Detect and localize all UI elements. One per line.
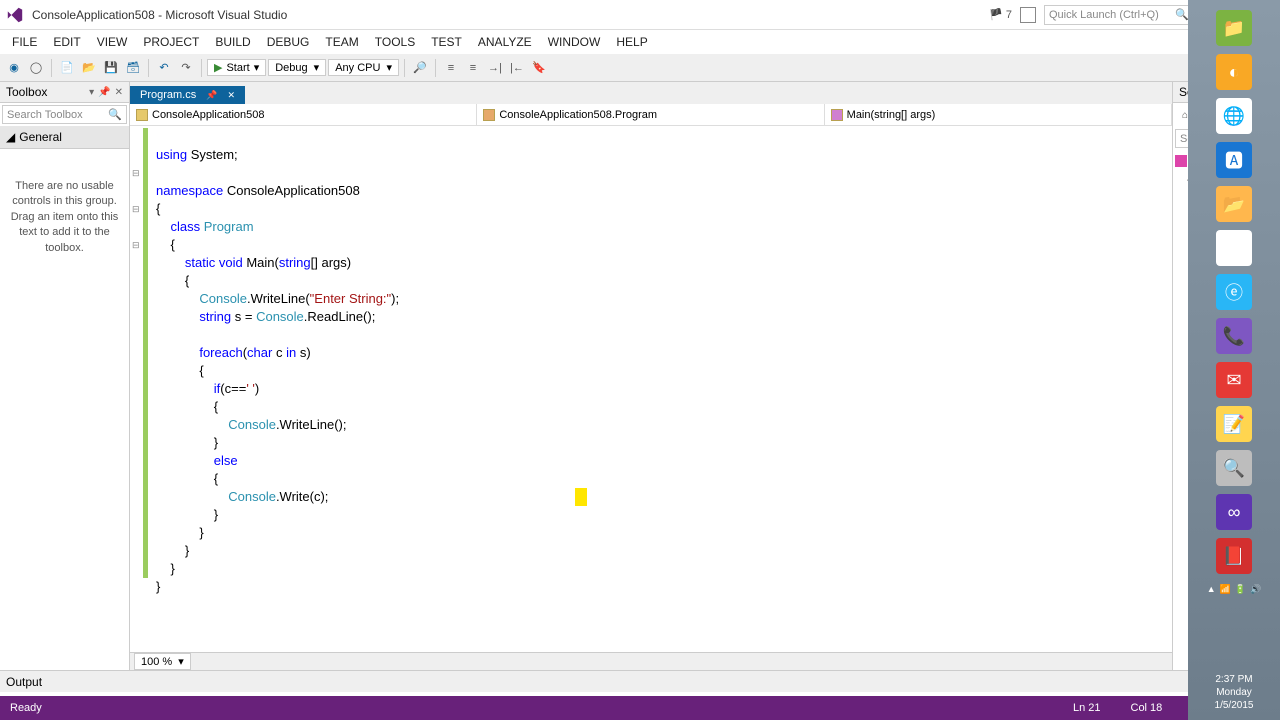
- redo-button[interactable]: ↷: [176, 58, 196, 78]
- play-icon: ▶: [214, 61, 222, 74]
- save-button[interactable]: 💾: [101, 58, 121, 78]
- menu-tools[interactable]: TOOLS: [367, 32, 423, 52]
- pin-icon[interactable]: 📌: [206, 90, 217, 101]
- open-button[interactable]: 📂: [79, 58, 99, 78]
- window-title: ConsoleApplication508 - Microsoft Visual…: [32, 8, 989, 22]
- uncomment-button[interactable]: ≡: [463, 58, 483, 78]
- taskbar-pdf-icon[interactable]: 📕: [1216, 538, 1252, 574]
- menu-file[interactable]: FILE: [4, 32, 45, 52]
- menu-project[interactable]: PROJECT: [135, 32, 207, 52]
- output-header[interactable]: Output ▾📌✕: [0, 670, 1280, 692]
- nav-project-combo[interactable]: ConsoleApplication508: [130, 104, 477, 125]
- taskbar-viber-icon[interactable]: 📞: [1216, 318, 1252, 354]
- menu-debug[interactable]: DEBUG: [259, 32, 318, 52]
- search-icon: 🔍: [108, 108, 122, 121]
- zoom-combo[interactable]: 100 %▾: [134, 653, 191, 670]
- pin-icon[interactable]: 📌: [98, 87, 110, 98]
- menubar: FILE EDIT VIEW PROJECT BUILD DEBUG TEAM …: [0, 30, 1280, 54]
- code-editor[interactable]: ⊟ ⊟ ⊟ using System; namespace ConsoleApp…: [130, 126, 1172, 652]
- start-button[interactable]: ▶Start▾: [207, 59, 266, 76]
- notification-flag[interactable]: 🏴 7: [989, 8, 1012, 21]
- menu-help[interactable]: HELP: [608, 32, 655, 52]
- taskbar-explorer-icon[interactable]: 📂: [1216, 186, 1252, 222]
- menu-view[interactable]: VIEW: [89, 32, 136, 52]
- dropdown-icon[interactable]: ▾: [89, 87, 94, 98]
- quick-launch-input[interactable]: Quick Launch (Ctrl+Q)🔍: [1044, 5, 1194, 25]
- toolbar: ◉ ◯ 📄 📂 💾 🗃 ↶ ↷ ▶Start▾ Debug▾ Any CPU▾ …: [0, 54, 1280, 82]
- system-tray[interactable]: ▲📶🔋🔊: [1205, 582, 1264, 597]
- new-project-button[interactable]: 📄: [57, 58, 77, 78]
- nav-strip: ConsoleApplication508 ConsoleApplication…: [130, 104, 1172, 126]
- taskbar-app-icon[interactable]: 📁: [1216, 10, 1252, 46]
- toolbox-search[interactable]: Search Toolbox🔍: [2, 105, 127, 124]
- chevron-down-icon: ▾: [254, 61, 260, 74]
- comment-button[interactable]: ≡: [441, 58, 461, 78]
- taskbar-app-icon[interactable]: 🔍: [1216, 450, 1252, 486]
- taskbar-app-icon[interactable]: 🅰: [1216, 142, 1252, 178]
- zoom-bar: 100 %▾: [130, 652, 1172, 670]
- taskbar-app-icon[interactable]: ◐: [1216, 54, 1252, 90]
- titlebar: ConsoleApplication508 - Microsoft Visual…: [0, 0, 1280, 30]
- menu-test[interactable]: TEST: [423, 32, 470, 52]
- menu-edit[interactable]: EDIT: [45, 32, 88, 52]
- outdent-button[interactable]: |←: [507, 58, 527, 78]
- tab-strip: Program.cs 📌 ✕: [130, 82, 1172, 104]
- toolbox-header: Toolbox ▾📌✕: [0, 82, 129, 103]
- taskbar-app-icon[interactable]: ▦: [1216, 230, 1252, 266]
- nav-class-combo[interactable]: ConsoleApplication508.Program: [477, 104, 824, 125]
- editor-area: Program.cs 📌 ✕ ConsoleApplication508 Con…: [130, 82, 1172, 692]
- taskbar-app-icon[interactable]: ✉: [1216, 362, 1252, 398]
- indent-button[interactable]: →|: [485, 58, 505, 78]
- close-icon[interactable]: ✕: [227, 90, 235, 101]
- status-line: Ln 21: [1073, 702, 1101, 714]
- toolbox-empty-message: There are no usable controls in this gro…: [0, 149, 129, 286]
- toolbox-pane: Toolbox ▾📌✕ Search Toolbox🔍 ◢General The…: [0, 82, 130, 692]
- toolbox-general-group[interactable]: ◢General: [0, 126, 129, 149]
- menu-analyze[interactable]: ANALYZE: [470, 32, 540, 52]
- feedback-icon[interactable]: [1020, 7, 1036, 23]
- menu-team[interactable]: TEAM: [317, 32, 366, 52]
- vs-logo-icon: [6, 6, 24, 24]
- close-icon[interactable]: ✕: [115, 87, 123, 98]
- platform-combo[interactable]: Any CPU▾: [328, 59, 399, 76]
- status-text: Ready: [10, 702, 1043, 714]
- undo-button[interactable]: ↶: [154, 58, 174, 78]
- find-button[interactable]: 🔎: [410, 58, 430, 78]
- config-combo[interactable]: Debug▾: [268, 59, 326, 76]
- tab-program-cs[interactable]: Program.cs 📌 ✕: [130, 86, 245, 104]
- status-col: Col 18: [1131, 702, 1163, 714]
- taskbar-clock[interactable]: 2:37 PM Monday 1/5/2015: [1215, 669, 1254, 720]
- nav-back-button[interactable]: ◉: [4, 58, 24, 78]
- nav-fwd-button[interactable]: ◯: [26, 58, 46, 78]
- chevron-down-icon: ◢: [6, 130, 15, 144]
- menu-window[interactable]: WINDOW: [540, 32, 609, 52]
- taskbar-vs-icon[interactable]: ∞: [1216, 494, 1252, 530]
- statusbar: Ready Ln 21 Col 18 Ch 18 INS: [0, 696, 1280, 720]
- taskbar-notes-icon[interactable]: 📝: [1216, 406, 1252, 442]
- text-cursor: [575, 488, 587, 506]
- windows-taskbar: 📁 ◐ 🌐 🅰 📂 ▦ ⓔ 📞 ✉ 📝 🔍 ∞ 📕 ▲📶🔋🔊 2:37 PM M…: [1188, 0, 1280, 720]
- menu-build[interactable]: BUILD: [207, 32, 258, 52]
- search-icon: 🔍: [1175, 8, 1189, 21]
- save-all-button[interactable]: 🗃: [123, 58, 143, 78]
- nav-method-combo[interactable]: Main(string[] args): [825, 104, 1172, 125]
- taskbar-chrome-icon[interactable]: 🌐: [1216, 98, 1252, 134]
- taskbar-ie-icon[interactable]: ⓔ: [1216, 274, 1252, 310]
- bookmark-button[interactable]: 🔖: [529, 58, 549, 78]
